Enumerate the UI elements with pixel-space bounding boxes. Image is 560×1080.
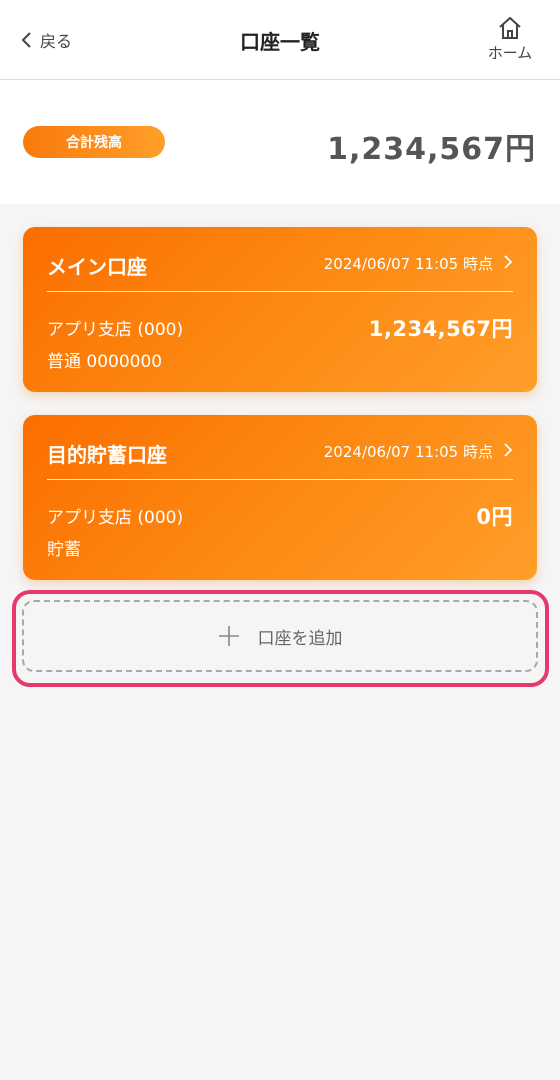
card-divider — [47, 479, 513, 480]
total-balance-section: 合計残高 1,234,567円 — [0, 80, 560, 204]
chevron-left-icon — [21, 32, 31, 48]
home-icon — [499, 16, 521, 39]
page-title: 口座一覧 — [240, 30, 320, 54]
chevron-right-icon — [504, 255, 513, 269]
back-label: 戻る — [40, 32, 73, 51]
account-type-number: 貯蓄 — [47, 540, 81, 560]
add-account-button[interactable]: 口座を追加 — [22, 600, 538, 672]
add-account-label: 口座を追加 — [257, 628, 343, 649]
account-card-savings[interactable]: 目的貯蓄口座 2024/06/07 11:05 時点 アプリ支店 (000) 貯… — [23, 415, 537, 580]
account-card-main[interactable]: メイン口座 2024/06/07 11:05 時点 アプリ支店 (000) 普通… — [23, 227, 537, 392]
account-balance: 1,234,567円 — [368, 317, 513, 341]
home-label: ホーム — [487, 44, 533, 62]
account-name: 目的貯蓄口座 — [47, 443, 167, 467]
account-timestamp: 2024/06/07 11:05 時点 — [323, 255, 493, 273]
account-branch: アプリ支店 (000) — [47, 320, 184, 340]
app-header: 戻る 口座一覧 ホーム — [0, 0, 560, 80]
plus-icon — [218, 626, 239, 646]
account-balance: 0円 — [476, 505, 513, 529]
home-button[interactable]: ホーム — [482, 16, 538, 68]
card-divider — [47, 291, 513, 292]
account-timestamp: 2024/06/07 11:05 時点 — [323, 443, 493, 461]
back-button[interactable]: 戻る — [20, 24, 72, 56]
total-balance-amount: 1,234,567円 — [327, 132, 536, 167]
chevron-right-icon — [504, 443, 513, 457]
account-name: メイン口座 — [47, 255, 147, 279]
total-balance-badge: 合計残高 — [23, 126, 165, 158]
account-branch: アプリ支店 (000) — [47, 508, 184, 528]
account-type-number: 普通 0000000 — [47, 352, 163, 372]
